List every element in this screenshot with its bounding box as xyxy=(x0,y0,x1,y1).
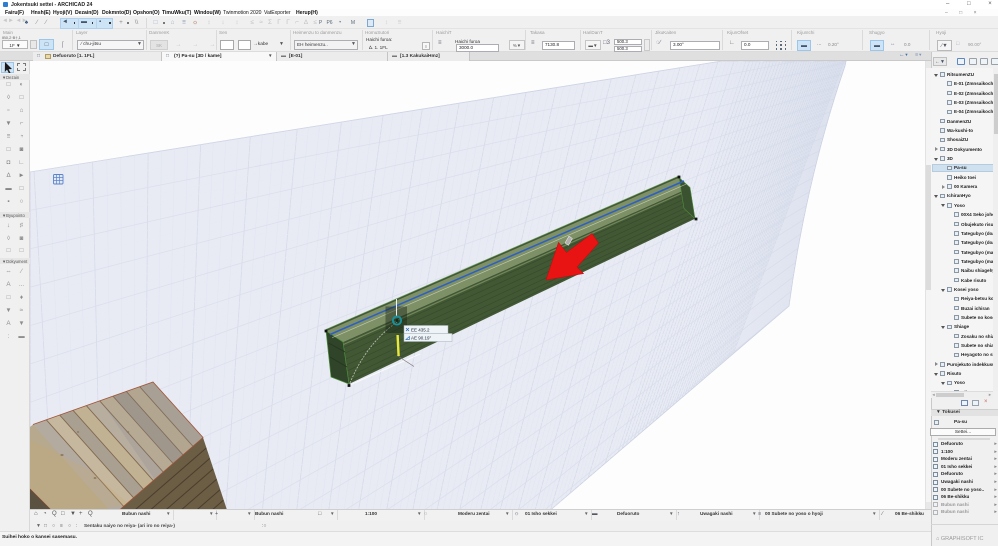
svg-text:EE 435.2: EE 435.2 xyxy=(411,328,430,333)
svg-text:AE 90.19°: AE 90.19° xyxy=(411,336,432,341)
